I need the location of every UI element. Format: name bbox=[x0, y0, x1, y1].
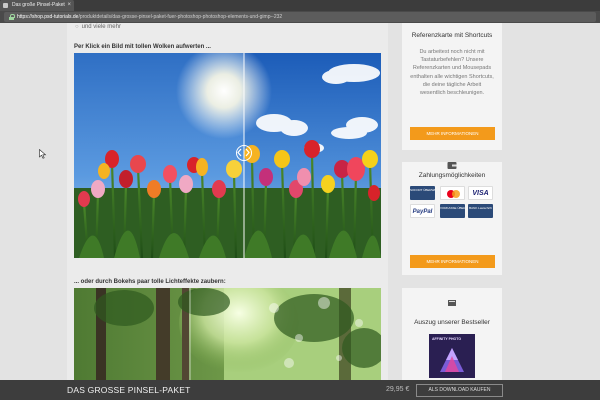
bokeh-before-after-image[interactable] bbox=[74, 288, 381, 380]
browser-tab-bar: Das große Pinsel-Paket × bbox=[0, 0, 600, 11]
affinity-logo-icon bbox=[440, 348, 464, 372]
product-title: DAS GROSSE PINSEL-PAKET bbox=[67, 385, 191, 395]
wallet-icon bbox=[447, 157, 457, 169]
bestseller-box: Auszug unserer Bestseller AFFINITY PHOTO bbox=[402, 288, 502, 380]
url-host: https://shop.psd-tutorials.de bbox=[17, 14, 79, 20]
shortcuts-box: Referenzkarte mit Shortcuts Du arbeitest… bbox=[402, 23, 502, 150]
product-price: 29,95 € bbox=[386, 386, 410, 393]
visa-logo: VISA bbox=[468, 186, 493, 200]
list-item-label: und viele mehr bbox=[81, 24, 121, 30]
sticky-purchase-bar: DAS GROSSE PINSEL-PAKET 29,95 € ALS DOWN… bbox=[0, 380, 600, 400]
paypal-logo: PayPal bbox=[410, 204, 435, 218]
list-item: ○ und viele mehr bbox=[75, 24, 121, 30]
web-page: ○ und viele mehr Per Klick ein Bild mit t… bbox=[0, 23, 600, 380]
url-text: https://shop.psd-tutorials.de/produktdet… bbox=[17, 12, 282, 22]
browser-tab[interactable]: Das große Pinsel-Paket × bbox=[0, 0, 74, 11]
forest-photo bbox=[74, 288, 381, 380]
caption-bokeh: ... oder durch Bokehs paar tolle Lichtef… bbox=[74, 279, 226, 285]
caption-clouds: Per Klick ein Bild mit tollen Wolken auf… bbox=[74, 44, 211, 50]
mastercard-logo bbox=[440, 186, 465, 200]
lock-icon bbox=[9, 14, 15, 20]
compare-handle-icon[interactable] bbox=[236, 145, 252, 161]
url-field[interactable]: https://shop.psd-tutorials.de/produktdet… bbox=[4, 12, 596, 22]
shortcuts-title: Referenzkarte mit Shortcuts bbox=[411, 32, 493, 39]
bestseller-product-image[interactable]: AFFINITY PHOTO bbox=[429, 334, 475, 378]
payment-more-button[interactable]: MEHR INFORMATIONEN bbox=[410, 255, 495, 268]
bullet-icon: ○ bbox=[75, 24, 79, 30]
vorkasse-logo: VORKASSE ÜBERWEISUNG bbox=[440, 204, 465, 218]
lastschrift-logo: BANK Lastschrift bbox=[468, 204, 493, 218]
shortcuts-text: Du arbeitest noch nicht mit Tastaturbefe… bbox=[410, 49, 494, 97]
tab-title: Das große Pinsel-Paket bbox=[12, 2, 65, 8]
product-description: ○ und viele mehr Per Klick ein Bild mit t… bbox=[67, 23, 388, 380]
shortcuts-more-button[interactable]: MEHR INFORMATIONEN bbox=[410, 127, 495, 140]
close-tab-icon[interactable]: × bbox=[67, 0, 71, 11]
url-path: /produktdetails/das-grosse-pinsel-paket-… bbox=[78, 14, 283, 20]
favicon-icon bbox=[3, 3, 8, 8]
buy-download-button[interactable]: ALS DOWNLOAD KAUFEN bbox=[416, 384, 503, 397]
tulip-photo bbox=[74, 53, 381, 258]
sofort-logo: SOFORT ÜBERWEISUNG bbox=[410, 186, 435, 200]
address-bar: https://shop.psd-tutorials.de/produktdet… bbox=[0, 11, 600, 23]
payment-title: Zahlungsmöglichkeiten bbox=[418, 172, 486, 179]
mouse-pointer-icon bbox=[39, 149, 47, 159]
before-after-image[interactable] bbox=[74, 53, 381, 258]
bestseller-title: Auszug unserer Bestseller bbox=[414, 319, 490, 326]
book-icon bbox=[447, 295, 457, 306]
payment-box: Zahlungsmöglichkeiten SOFORT ÜBERWEISUNG… bbox=[402, 162, 502, 275]
